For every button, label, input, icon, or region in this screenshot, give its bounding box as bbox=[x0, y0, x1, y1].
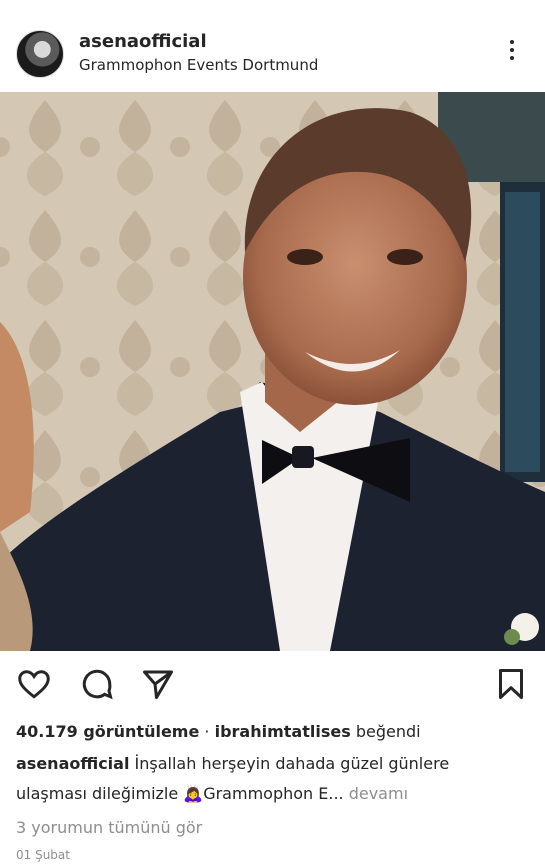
bookmark-icon[interactable] bbox=[493, 666, 529, 702]
post-photo-illustration bbox=[0, 92, 545, 651]
caption-text-1: İnşallah herşeyin dahada güzel günlere bbox=[129, 754, 450, 773]
liked-by-user[interactable]: ibrahimtatlises bbox=[215, 722, 351, 741]
views-count[interactable]: 40.179 görüntüleme bbox=[16, 722, 199, 741]
caption-username[interactable]: asenaofficial bbox=[16, 754, 129, 773]
view-comments-link[interactable]: 3 yorumun tümünü gör bbox=[16, 818, 202, 837]
username[interactable]: asenaofficial bbox=[79, 31, 207, 52]
post-photo[interactable] bbox=[0, 92, 545, 651]
liked-suffix: beğendi bbox=[350, 722, 421, 741]
more-link[interactable]: devamı bbox=[344, 784, 408, 803]
post-header: asenaofficial Grammophon Events Dortmund bbox=[0, 0, 545, 92]
post-date: 01 Şubat bbox=[16, 848, 70, 862]
caption-line-2: ulaşması dileğimizle 🙇‍♀️Grammophon E...… bbox=[16, 784, 408, 803]
action-bar bbox=[0, 660, 545, 706]
caption-emoji: 🙇‍♀️ bbox=[183, 784, 204, 803]
location-link[interactable]: Grammophon Events Dortmund bbox=[79, 56, 318, 74]
caption-text-2: ulaşması dileğimizle bbox=[16, 784, 184, 803]
comment-icon[interactable] bbox=[79, 666, 115, 702]
separator: · bbox=[199, 722, 215, 741]
likes-summary: 40.179 görüntüleme · ibrahimtatlises beğ… bbox=[16, 722, 421, 741]
caption-line-1: asenaofficial İnşallah herşeyin dahada g… bbox=[16, 754, 449, 773]
send-icon[interactable] bbox=[140, 666, 176, 702]
avatar[interactable] bbox=[16, 30, 64, 78]
caption-tail: Grammophon E... bbox=[203, 784, 344, 803]
more-options-icon[interactable] bbox=[500, 36, 524, 68]
heart-icon[interactable] bbox=[16, 666, 52, 702]
